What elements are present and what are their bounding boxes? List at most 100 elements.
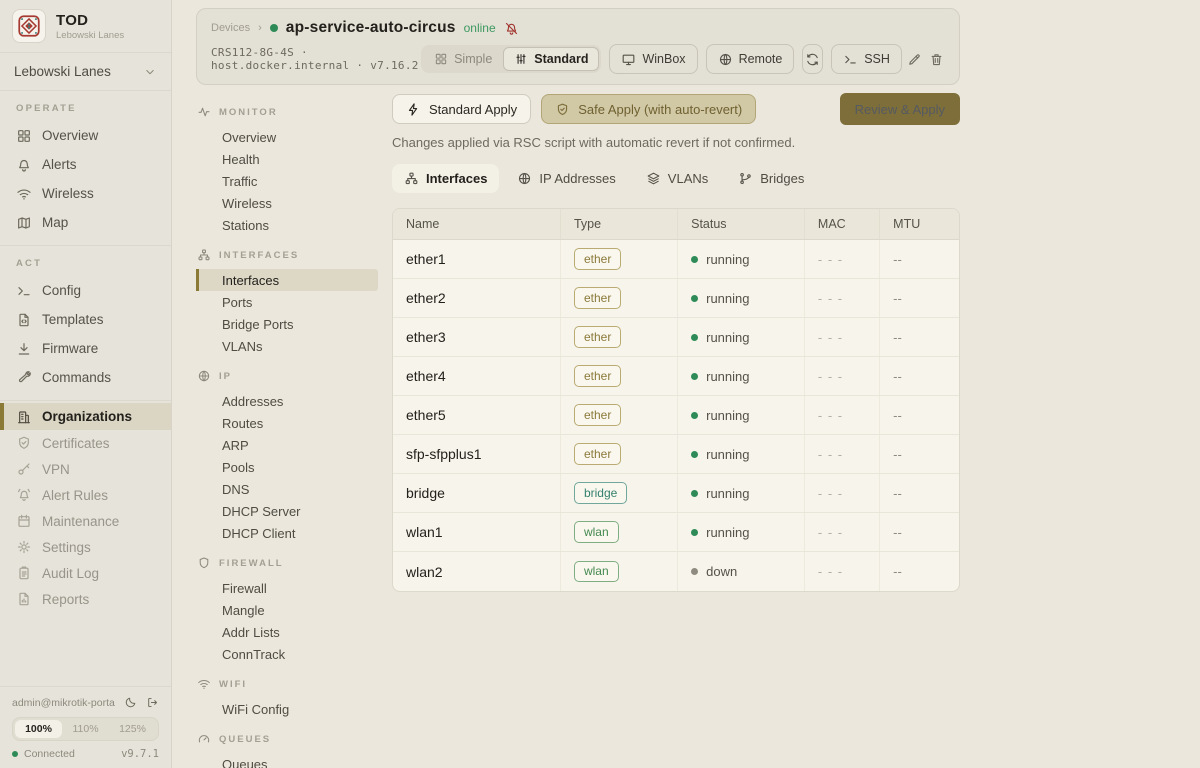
status-dot (691, 295, 698, 302)
refresh-button[interactable] (802, 44, 823, 74)
col-mac: MAC (804, 209, 879, 239)
bell-off-icon[interactable] (504, 21, 519, 36)
subnav-item-traffic[interactable]: Traffic (196, 170, 378, 192)
sidebar-item-alerts[interactable]: Alerts (0, 150, 171, 179)
table-row-wlan1[interactable]: wlan1 wlan running - - - -- (393, 513, 959, 552)
subnav-item-mangle[interactable]: Mangle (196, 599, 378, 621)
subnav-item-ports[interactable]: Ports (196, 291, 378, 313)
sidebar-item-wireless[interactable]: Wireless (0, 179, 171, 208)
subnav-item-health[interactable]: Health (196, 148, 378, 170)
apply-hint: Changes applied via RSC script with auto… (392, 135, 960, 150)
tab-interfaces[interactable]: Interfaces (392, 164, 499, 193)
delete-device-button[interactable] (927, 44, 945, 74)
sidebar-item-alert-rules[interactable]: Alert Rules (0, 482, 171, 508)
subnav-item-vlans[interactable]: VLANs (196, 335, 378, 357)
sidebar-item-audit-log[interactable]: Audit Log (0, 560, 171, 586)
subnav-item-routes[interactable]: Routes (196, 412, 378, 434)
sidebar-item-maintenance[interactable]: Maintenance (0, 508, 171, 534)
table-row-ether1[interactable]: ether1 ether running - - - -- (393, 240, 959, 279)
sidebar-item-reports[interactable]: Reports (0, 586, 171, 612)
subnav-item-dhcp-client[interactable]: DHCP Client (196, 522, 378, 544)
sidebar-item-vpn[interactable]: VPN (0, 456, 171, 482)
subnav-item-arp[interactable]: ARP (196, 434, 378, 456)
sidebar-item-firmware[interactable]: Firmware (0, 334, 171, 363)
view-mode-simple[interactable]: Simple (423, 47, 503, 71)
table-row-ether3[interactable]: ether3 ether running - - - -- (393, 318, 959, 357)
tab-bridges[interactable]: Bridges (726, 164, 816, 193)
brand-title: TOD (56, 12, 124, 29)
status-text: running (706, 525, 749, 540)
config-tabs: Interfaces IP Addresses VLANs Br (392, 164, 960, 193)
org-selector[interactable]: Lebowski Lanes (0, 53, 171, 91)
brand-subtitle: Lebowski Lanes (56, 30, 124, 41)
table-header: Name Type Status MAC MTU (393, 209, 959, 240)
table-row-ether4[interactable]: ether4 ether running - - - -- (393, 357, 959, 396)
subnav-item-dhcp-server[interactable]: DHCP Server (196, 500, 378, 522)
edit-device-button[interactable] (906, 44, 924, 74)
device-header-card: Devices › ap-service-auto-circus online … (196, 8, 960, 85)
logout-icon[interactable] (146, 696, 159, 709)
nav-divider (0, 400, 171, 401)
safe-apply-button[interactable]: Safe Apply (with auto-revert) (541, 94, 756, 124)
mac-value: - - - (804, 474, 879, 512)
sidebar-item-map[interactable]: Map (0, 208, 171, 237)
sidebar-item-label: Overview (42, 128, 98, 143)
mtu-value: -- (879, 318, 959, 356)
tab-vlans[interactable]: VLANs (634, 164, 720, 193)
sidebar-item-label: Wireless (42, 186, 94, 201)
zoom-level-100[interactable]: 100% (15, 720, 62, 738)
subnav-item-interfaces[interactable]: Interfaces (196, 269, 378, 291)
review-apply-button[interactable]: Review & Apply (840, 93, 960, 125)
nav-section-operate: OPERATE (0, 93, 171, 121)
status-dot (691, 334, 698, 341)
interface-name: wlan2 (393, 552, 560, 591)
table-row-ether2[interactable]: ether2 ether running - - - -- (393, 279, 959, 318)
breadcrumb-devices[interactable]: Devices (211, 22, 250, 34)
winbox-button[interactable]: WinBox (609, 44, 697, 74)
sidebar-item-organizations[interactable]: Organizations (0, 403, 171, 430)
col-name: Name (393, 217, 560, 231)
type-badge: bridge (574, 482, 627, 503)
trash-icon (929, 52, 944, 67)
ssh-button[interactable]: SSH (831, 44, 902, 74)
sidebar-item-certificates[interactable]: Certificates (0, 430, 171, 456)
sidebar-item-label: Settings (42, 540, 91, 555)
table-row-sfp-sfpplus1[interactable]: sfp-sfpplus1 ether running - - - -- (393, 435, 959, 474)
standard-apply-button[interactable]: Standard Apply (392, 94, 531, 124)
remote-button[interactable]: Remote (706, 44, 795, 74)
moon-icon[interactable] (124, 696, 137, 709)
sidebar-item-overview[interactable]: Overview (0, 121, 171, 150)
mtu-value: -- (879, 240, 959, 278)
subnav-item-queues[interactable]: Queues (196, 753, 378, 768)
table-row-wlan2[interactable]: wlan2 wlan down - - - -- (393, 552, 959, 591)
primary-nav: OPERATE Overview Alerts Wireless (0, 91, 171, 612)
sidebar-item-commands[interactable]: Commands (0, 363, 171, 392)
content-area: Devices › ap-service-auto-circus online … (172, 0, 1200, 768)
zoom-level-110[interactable]: 110% (62, 720, 109, 738)
view-mode-standard[interactable]: Standard (503, 47, 599, 71)
tab-ip-addresses[interactable]: IP Addresses (505, 164, 627, 193)
table-row-ether5[interactable]: ether5 ether running - - - -- (393, 396, 959, 435)
sidebar-item-settings[interactable]: Settings (0, 534, 171, 560)
sidebar-item-config[interactable]: Config (0, 276, 171, 305)
subnav-item-conntrack[interactable]: ConnTrack (196, 643, 378, 665)
zoom-level-125[interactable]: 125% (109, 720, 156, 738)
subnav-item-addresses[interactable]: Addresses (196, 390, 378, 412)
subnav-item-firewall[interactable]: Firewall (196, 577, 378, 599)
subnav-item-bridge-ports[interactable]: Bridge Ports (196, 313, 378, 335)
subnav-item-addr-lists[interactable]: Addr Lists (196, 621, 378, 643)
table-row-bridge[interactable]: bridge bridge running - - - -- (393, 474, 959, 513)
subnav-item-dns[interactable]: DNS (196, 478, 378, 500)
status-text: running (706, 369, 749, 384)
subnav-item-wifi-config[interactable]: WiFi Config (196, 698, 378, 720)
subnav-item-stations[interactable]: Stations (196, 214, 378, 236)
nav-divider (0, 245, 171, 246)
subnav-item-overview[interactable]: Overview (196, 126, 378, 148)
subnav-item-pools[interactable]: Pools (196, 456, 378, 478)
col-mtu: MTU (879, 209, 959, 239)
sidebar-item-templates[interactable]: Templates (0, 305, 171, 334)
sidebar-item-label: Firmware (42, 341, 98, 356)
subnav-item-wireless[interactable]: Wireless (196, 192, 378, 214)
type-badge: ether (574, 287, 621, 308)
type-badge: ether (574, 443, 621, 464)
